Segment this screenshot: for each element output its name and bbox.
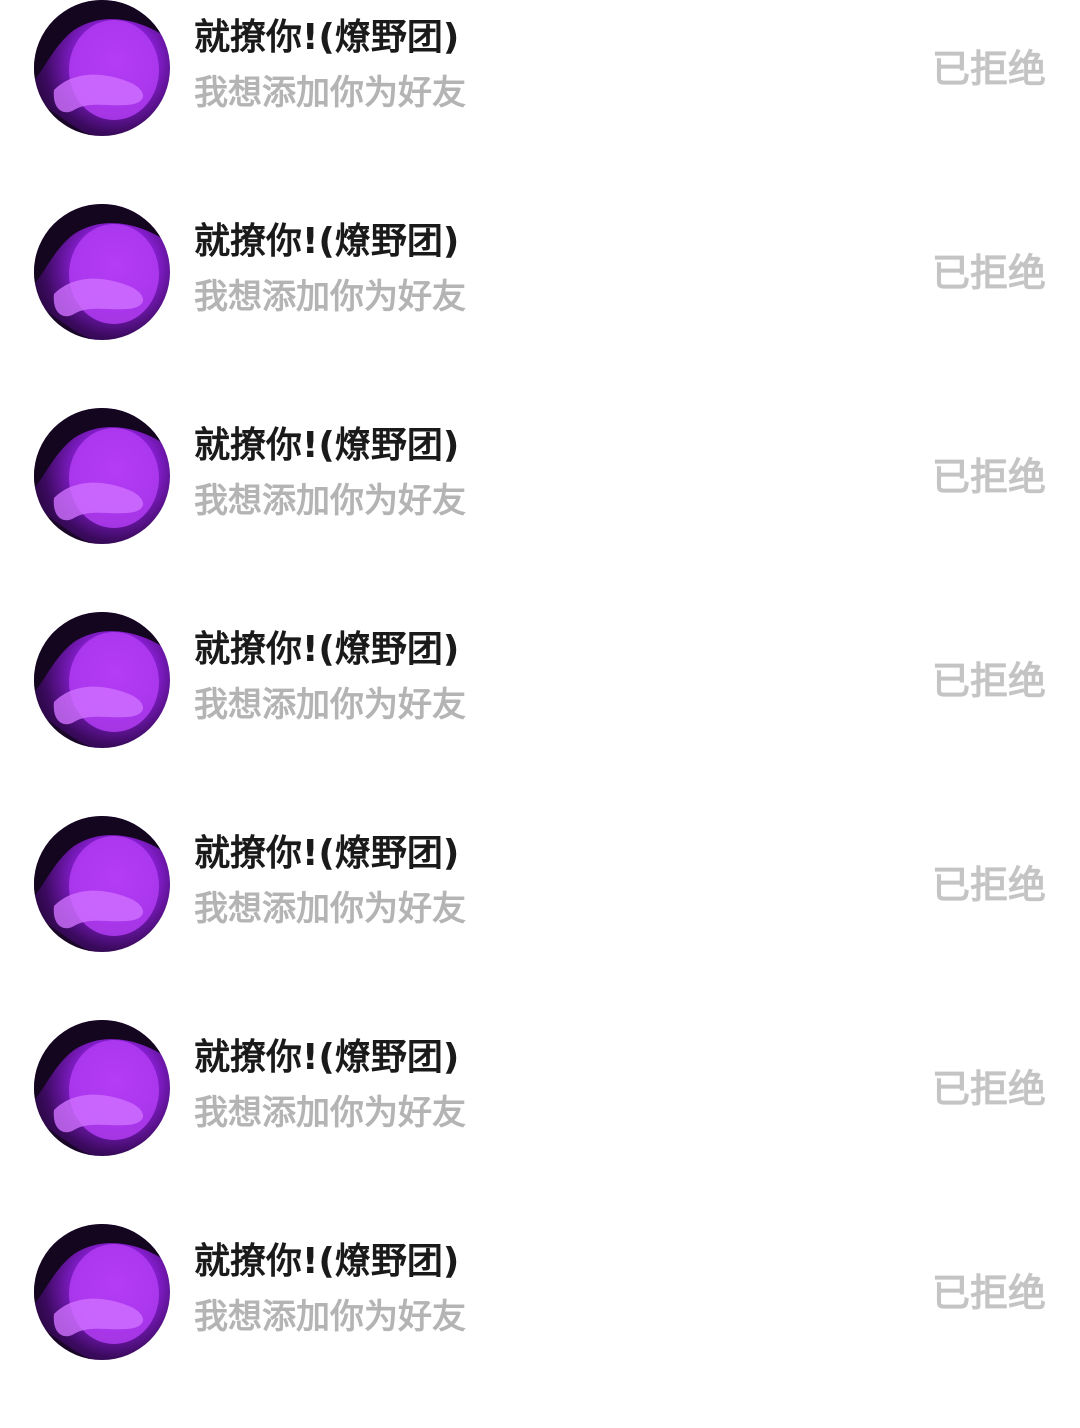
avatar-photo bbox=[34, 612, 170, 748]
request-message: 我想添加你为好友 bbox=[194, 277, 466, 317]
request-sender-name: 就撩你!(燎野团) bbox=[194, 221, 460, 262]
request-status-label: 已拒绝 bbox=[931, 659, 1046, 703]
avatar[interactable] bbox=[34, 1224, 170, 1360]
friend-request-list: 就撩你!(燎野团) 我想添加你为好友 已拒绝 就撩你!(燎野团) 我想添加你为好… bbox=[0, 0, 1080, 1423]
friend-request-item[interactable]: 就撩你!(燎野团) 我想添加你为好友 已拒绝 bbox=[0, 0, 1080, 204]
avatar[interactable] bbox=[34, 612, 170, 748]
avatar[interactable] bbox=[34, 816, 170, 952]
avatar-photo bbox=[34, 0, 170, 136]
request-sender-name: 就撩你!(燎野团) bbox=[194, 1037, 460, 1078]
avatar-photo bbox=[34, 408, 170, 544]
avatar[interactable] bbox=[34, 1020, 170, 1156]
avatar-photo bbox=[34, 1020, 170, 1156]
request-sender-name: 就撩你!(燎野团) bbox=[194, 629, 460, 670]
request-message: 我想添加你为好友 bbox=[194, 1297, 466, 1337]
request-status-label: 已拒绝 bbox=[931, 863, 1046, 907]
request-status-label: 已拒绝 bbox=[931, 1067, 1046, 1111]
request-message: 我想添加你为好友 bbox=[194, 889, 466, 929]
friend-request-item[interactable]: 就撩你!(燎野团) 我想添加你为好友 已拒绝 bbox=[0, 408, 1080, 612]
request-status-label: 已拒绝 bbox=[931, 1271, 1046, 1315]
avatar[interactable] bbox=[34, 0, 170, 136]
request-sender-name: 就撩你!(燎野团) bbox=[194, 1241, 460, 1282]
request-message: 我想添加你为好友 bbox=[194, 481, 466, 521]
friend-request-item[interactable]: 就撩你!(燎野团) 我想添加你为好友 已拒绝 bbox=[0, 816, 1080, 1020]
friend-request-item[interactable]: 就撩你!(燎野团) 我想添加你为好友 已拒绝 bbox=[0, 1020, 1080, 1224]
request-sender-name: 就撩你!(燎野团) bbox=[194, 833, 460, 874]
request-message: 我想添加你为好友 bbox=[194, 685, 466, 725]
avatar-photo bbox=[34, 204, 170, 340]
request-status-label: 已拒绝 bbox=[931, 455, 1046, 499]
avatar-photo bbox=[34, 1224, 170, 1360]
request-message: 我想添加你为好友 bbox=[194, 73, 466, 113]
avatar-photo bbox=[34, 816, 170, 952]
request-sender-name: 就撩你!(燎野团) bbox=[194, 17, 460, 58]
request-message: 我想添加你为好友 bbox=[194, 1093, 466, 1133]
avatar[interactable] bbox=[34, 204, 170, 340]
friend-request-item[interactable]: 就撩你!(燎野团) 我想添加你为好友 已拒绝 bbox=[0, 612, 1080, 816]
avatar[interactable] bbox=[34, 408, 170, 544]
friend-request-item[interactable]: 就撩你!(燎野团) 我想添加你为好友 已拒绝 bbox=[0, 204, 1080, 408]
request-sender-name: 就撩你!(燎野团) bbox=[194, 425, 460, 466]
request-status-label: 已拒绝 bbox=[931, 251, 1046, 295]
request-status-label: 已拒绝 bbox=[931, 47, 1046, 91]
friend-request-item[interactable]: 就撩你!(燎野团) 我想添加你为好友 已拒绝 bbox=[0, 1224, 1080, 1428]
